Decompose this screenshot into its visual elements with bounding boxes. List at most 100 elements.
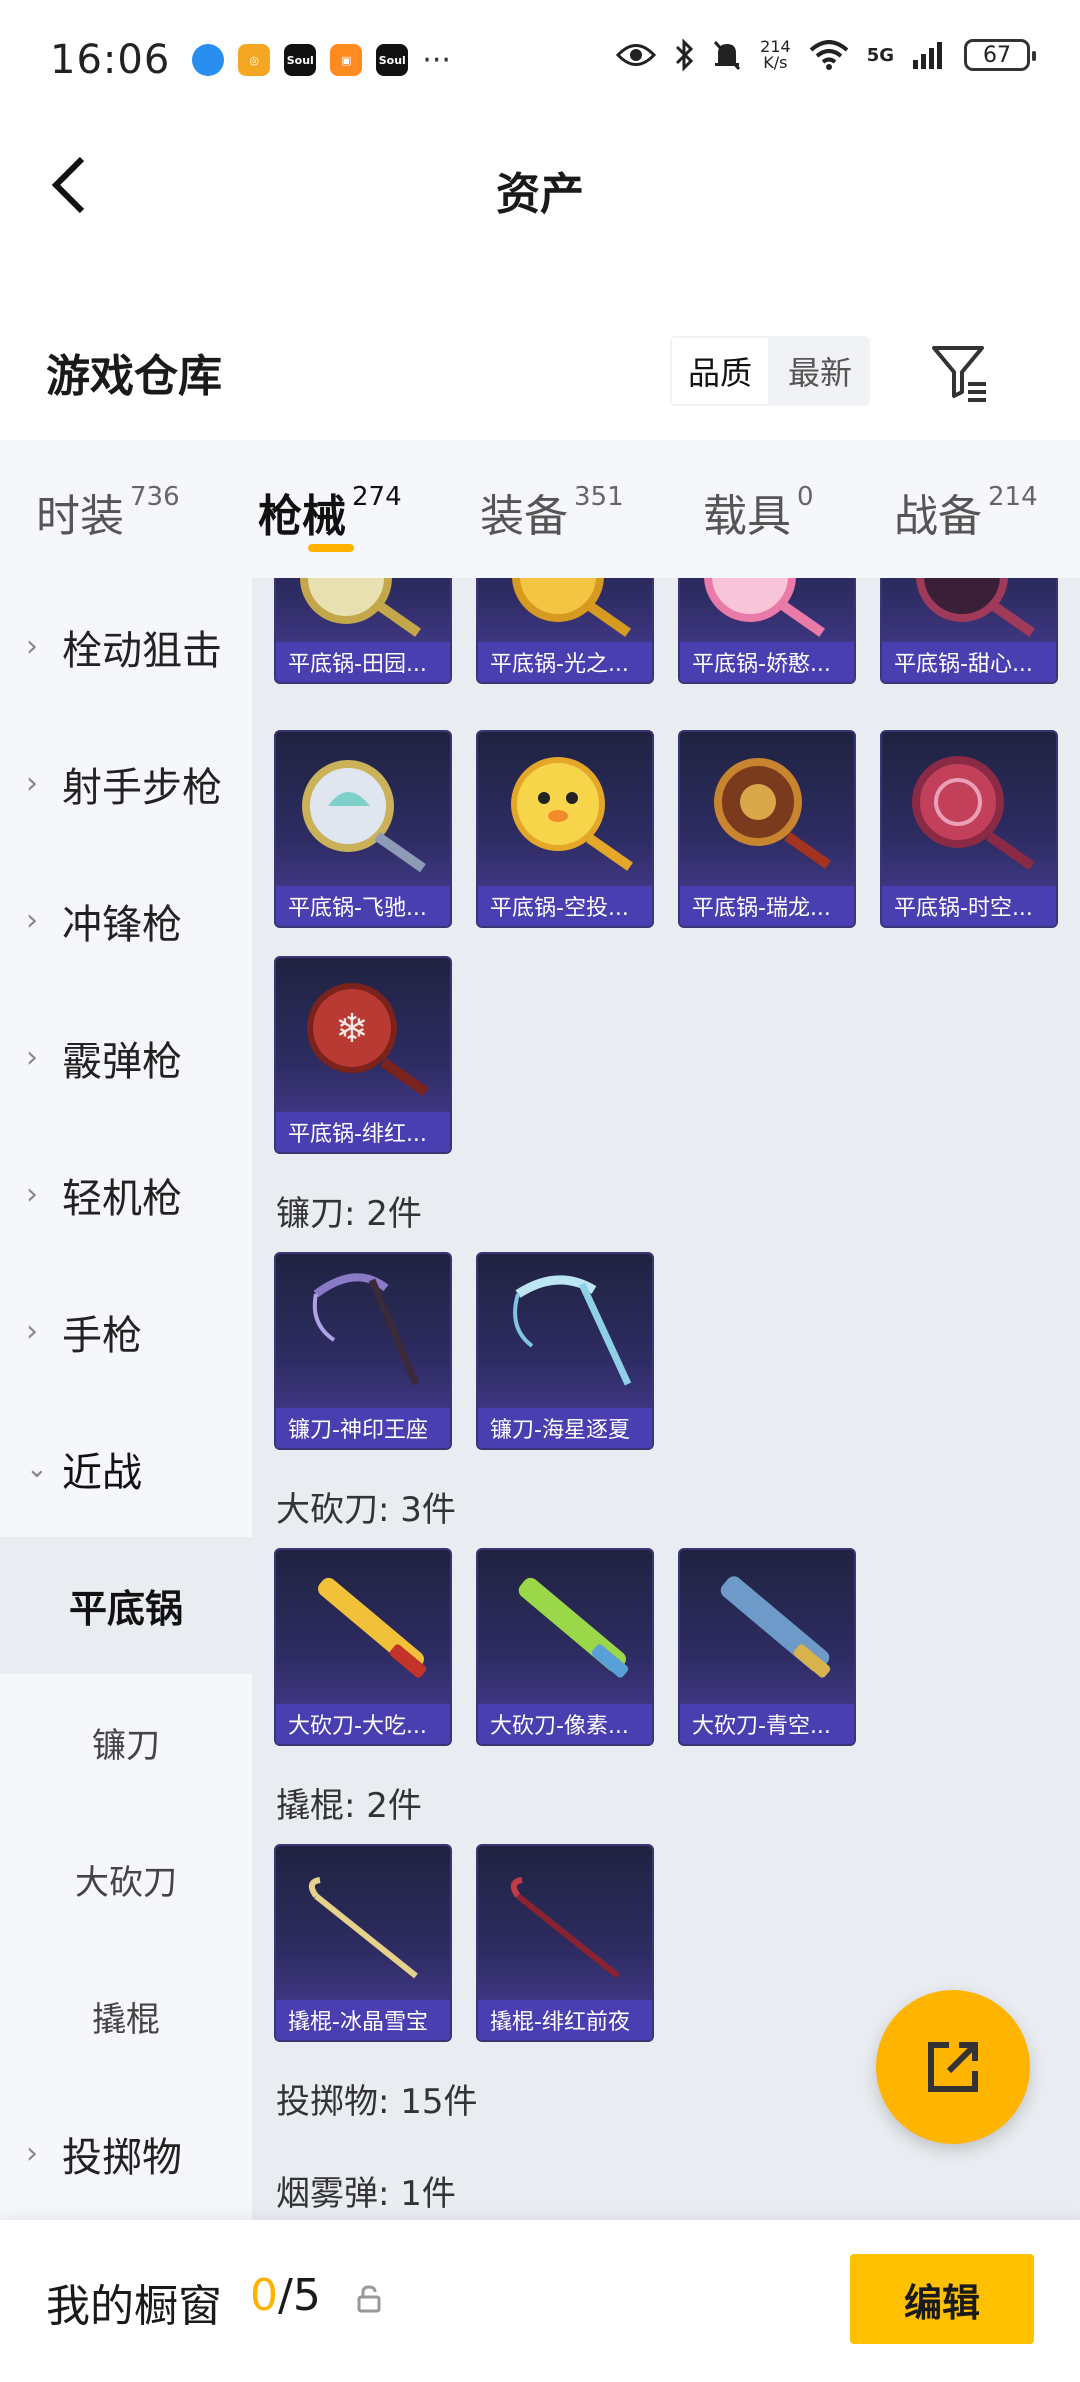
tab-firearms[interactable]: 枪械 274	[258, 440, 402, 578]
filter-button[interactable]	[928, 340, 992, 404]
sickle-image	[312, 1273, 420, 1386]
sort-quality-button[interactable]: 品质	[670, 336, 770, 406]
item-card[interactable]: 撬棍-绯红前夜	[476, 1844, 654, 2042]
item-card[interactable]: 平底锅-甜心...	[880, 578, 1058, 684]
pan-image: ❄	[307, 983, 429, 1097]
pan-row-3: ❄ 平底锅-绯红...	[274, 956, 452, 1154]
mute-bell-icon	[714, 41, 741, 70]
share-button[interactable]	[876, 1990, 1030, 2144]
item-name: 平底锅-光之...	[478, 642, 652, 682]
sidebar-item-label: 霰弹枪	[62, 1038, 182, 1085]
tab-equipment[interactable]: 装备 351	[480, 440, 624, 578]
item-card[interactable]: 平底锅-娇憨...	[678, 578, 856, 684]
sidebar-item-throwable[interactable]: › 投掷物	[0, 2085, 252, 2220]
item-name: 大砍刀-像素...	[478, 1704, 652, 1744]
tab-count: 214	[988, 482, 1038, 512]
item-card[interactable]: 平底锅-瑞龙...	[678, 730, 856, 928]
category-tabs: 时装 736 枪械 274 装备 351 载具 0 战备 214	[0, 440, 1080, 578]
status-bar: 16:06 ◎ Soul ▣ Soul ··· 214 K/s 5G 67	[0, 0, 1080, 120]
item-name: 平底锅-绯红...	[276, 1112, 450, 1152]
pan-image	[714, 758, 831, 869]
bluetooth-icon	[676, 38, 694, 72]
app-icon: ◎	[238, 44, 271, 76]
item-card[interactable]: 平底锅-时空...	[880, 730, 1058, 928]
pan-image	[512, 578, 631, 637]
filter-icon	[932, 346, 986, 402]
section-label-crowbar: 撬棍: 2件	[276, 1786, 422, 1826]
edit-button[interactable]: 编辑	[850, 2254, 1034, 2344]
tab-count: 351	[574, 482, 624, 512]
sidebar-subitem-pan[interactable]: 平底锅	[0, 1537, 252, 1674]
sidebar-item-melee[interactable]: ⌄ 近战	[0, 1400, 252, 1537]
chevron-right-icon: ›	[26, 903, 38, 938]
item-card[interactable]: 平底锅-空投...	[476, 730, 654, 928]
sidebar-item-lmg[interactable]: › 轻机枪	[0, 1126, 252, 1263]
crowbar-image	[510, 1877, 620, 1979]
item-card[interactable]: ❄ 平底锅-绯红...	[274, 956, 452, 1154]
sidebar-item-smg[interactable]: › 冲锋枪	[0, 852, 252, 989]
net-speed-unit: K/s	[763, 53, 788, 72]
item-card[interactable]: 撬棍-冰晶雪宝	[274, 1844, 452, 2042]
tab-label: 时装	[36, 491, 124, 542]
machete-image	[720, 1576, 831, 1678]
tab-fashion[interactable]: 时装 736	[36, 440, 180, 578]
notification-icons: ◎ Soul ▣ Soul	[192, 44, 409, 76]
item-name: 平底锅-飞驰...	[276, 886, 450, 926]
chevron-right-icon: ›	[26, 1314, 38, 1349]
wifi-icon	[809, 40, 849, 70]
sidebar-item-marksman-rifle[interactable]: › 射手步枪	[0, 715, 252, 852]
sidebar-item-label: 投掷物	[62, 2134, 182, 2181]
sidebar-item-label: 射手步枪	[62, 764, 222, 811]
tab-battle-prep[interactable]: 战备 214	[894, 440, 1038, 578]
net-speed: 214 K/s	[760, 39, 791, 71]
item-name: 撬棍-绯红前夜	[478, 2000, 652, 2040]
machete-image	[518, 1577, 629, 1678]
item-card[interactable]: 大砍刀-像素...	[476, 1548, 654, 1746]
warehouse-title: 游戏仓库	[46, 351, 222, 402]
sidebar-item-label: 手枪	[62, 1312, 142, 1359]
item-name: 平底锅-瑞龙...	[680, 886, 854, 926]
warehouse-bar: 游戏仓库 品质 最新	[0, 310, 1080, 440]
pan-image	[912, 756, 1035, 871]
section-label-sickle: 镰刀: 2件	[276, 1194, 422, 1234]
chevron-down-icon: ⌄	[26, 1453, 48, 1484]
chevron-right-icon: ›	[26, 1040, 38, 1075]
chevron-right-icon: ›	[26, 629, 38, 664]
item-card[interactable]: 平底锅-田园...	[274, 578, 452, 684]
machete-row: 大砍刀-大吃... 大砍刀-像素... 大砍刀-青空...	[274, 1548, 856, 1746]
crowbar-image	[308, 1877, 418, 1979]
showcase-bar: 我的橱窗 0/5 编辑	[0, 2220, 1080, 2382]
sickle-image	[513, 1275, 632, 1386]
sidebar-item-bolt-action-sniper[interactable]: › 栓动狙击	[0, 578, 252, 715]
lock-icon	[357, 2285, 381, 2313]
sort-newest-button[interactable]: 最新	[770, 336, 870, 406]
chevron-right-icon: ›	[26, 1177, 38, 1212]
tab-label: 装备	[480, 491, 568, 542]
item-card[interactable]: 大砍刀-大吃...	[274, 1548, 452, 1746]
item-name: 平底锅-田园...	[276, 642, 450, 682]
sickle-row: 镰刀-神印王座 镰刀-海星逐夏	[274, 1252, 654, 1450]
pan-row-1: 平底锅-田园... 平底锅-光之... 平底锅-娇憨... 平底锅-甜心...	[274, 578, 1058, 684]
sort-toggle: 品质 最新	[670, 336, 870, 406]
pan-image	[302, 760, 426, 873]
item-name: 平底锅-时空...	[882, 886, 1056, 926]
sidebar-item-pistol[interactable]: › 手枪	[0, 1263, 252, 1400]
svg-text:❄: ❄	[335, 1006, 369, 1052]
pan-image	[704, 578, 825, 637]
item-card[interactable]: 镰刀-海星逐夏	[476, 1252, 654, 1450]
crowbar-row: 撬棍-冰晶雪宝 撬棍-绯红前夜	[274, 1844, 654, 2042]
item-card[interactable]: 镰刀-神印王座	[274, 1252, 452, 1450]
sidebar-subitem-machete[interactable]: 大砍刀	[0, 1811, 252, 1948]
item-card[interactable]: 平底锅-光之...	[476, 578, 654, 684]
app-header: 资产	[0, 120, 1080, 255]
sidebar-subitem-crowbar[interactable]: 撬棍	[0, 1948, 252, 2085]
tab-vehicles[interactable]: 载具 0	[703, 440, 814, 578]
chevron-right-icon: ›	[26, 766, 38, 801]
sidebar-item-shotgun[interactable]: › 霰弹枪	[0, 989, 252, 1126]
pan-image	[916, 578, 1035, 637]
sidebar-subitem-sickle[interactable]: 镰刀	[0, 1674, 252, 1811]
item-card[interactable]: 大砍刀-青空...	[678, 1548, 856, 1746]
tab-label: 载具	[703, 491, 791, 542]
item-name: 平底锅-甜心...	[882, 642, 1056, 682]
item-card[interactable]: 平底锅-飞驰...	[274, 730, 452, 928]
